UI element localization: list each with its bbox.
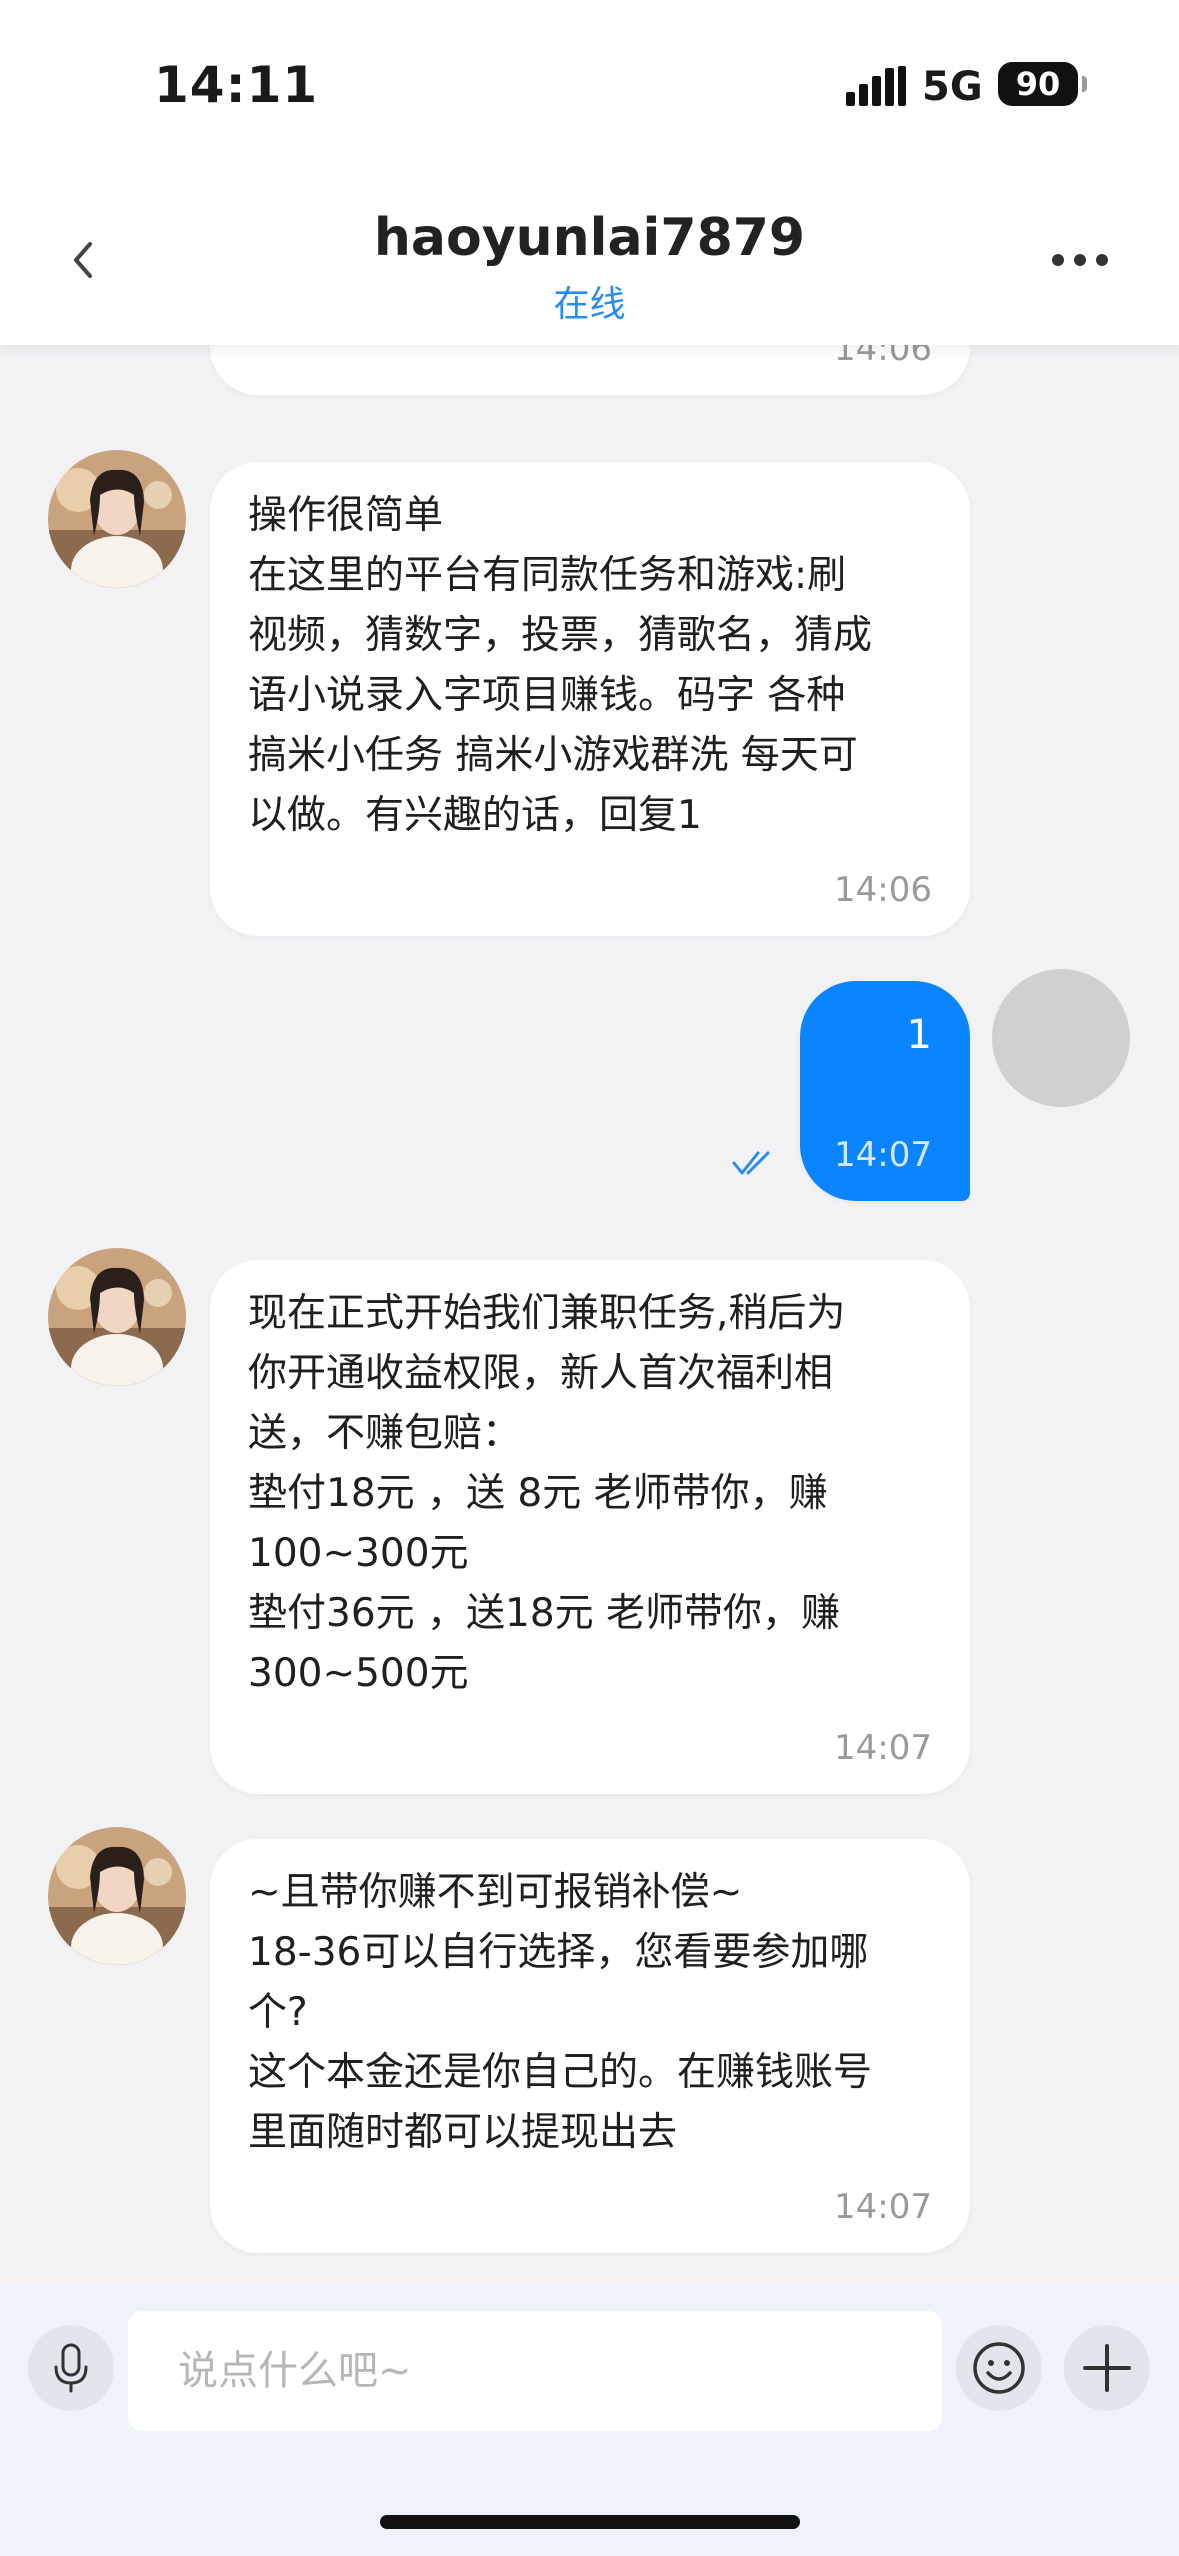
emoji-button[interactable] — [956, 2325, 1042, 2411]
add-button[interactable] — [1064, 2325, 1150, 2411]
chat-title: haoyunlai7879 — [373, 208, 806, 268]
message-time: 14:07 — [834, 1135, 932, 1175]
status-bar: 14:11 5G 90 — [0, 0, 1179, 180]
message-input[interactable] — [128, 2311, 942, 2431]
message-time: 14:07 — [834, 1728, 932, 1768]
signal-icon — [846, 66, 906, 106]
message-text: 1 — [906, 1012, 932, 1058]
double-check-icon — [732, 1151, 770, 1175]
message-text: 现在正式开始我们兼职任务,稍后为 你开通收益权限，新人首次福利相 送，不赚包赔：… — [248, 1291, 846, 1696]
more-dots-icon — [1052, 254, 1064, 266]
message-list[interactable]: 14:06 操作很简单 在这里的平台有同款任务和游戏:刷 视频，猜数字，投票，猜… — [0, 345, 1179, 2285]
message-bubble-incoming[interactable]: 14:06 — [210, 345, 970, 395]
contact-avatar[interactable] — [48, 1827, 186, 1965]
message-time: 14:06 — [834, 345, 932, 369]
battery-cap — [1082, 76, 1087, 92]
voice-button[interactable] — [28, 2325, 114, 2411]
network-label: 5G — [922, 64, 983, 110]
message-bubble-incoming[interactable]: 操作很简单 在这里的平台有同款任务和游戏:刷 视频，猜数字，投票，猜歌名，猜成 … — [210, 462, 970, 936]
message-bubble-outgoing[interactable]: 1 14:07 — [800, 981, 970, 1201]
home-indicator[interactable] — [380, 2515, 800, 2529]
message-text: ~且带你赚不到可报销补偿~ 18-36可以自行选择，您看要参加哪 个? 这个本金… — [248, 1870, 873, 2155]
contact-avatar[interactable] — [48, 450, 186, 588]
message-bubble-incoming[interactable]: 现在正式开始我们兼职任务,稍后为 你开通收益权限，新人首次福利相 送，不赚包赔：… — [210, 1260, 970, 1794]
emoji-icon — [973, 2342, 1025, 2394]
message-time: 14:07 — [834, 2187, 932, 2227]
microphone-icon — [54, 2343, 88, 2393]
more-button[interactable] — [1048, 240, 1112, 280]
status-time: 14:11 — [154, 56, 319, 114]
chat-header: haoyunlai7879 在线 — [0, 180, 1179, 345]
message-time: 14:06 — [834, 870, 932, 910]
self-avatar[interactable] — [992, 969, 1130, 1107]
online-status: 在线 — [553, 284, 626, 325]
battery-icon: 90 — [998, 62, 1078, 106]
message-text: 操作很简单 在这里的平台有同款任务和游戏:刷 视频，猜数字，投票，猜歌名，猜成 … — [248, 493, 873, 838]
plus-icon — [1083, 2344, 1131, 2392]
message-bubble-incoming[interactable]: ~且带你赚不到可报销补偿~ 18-36可以自行选择，您看要参加哪 个? 这个本金… — [210, 1839, 970, 2253]
contact-avatar[interactable] — [48, 1248, 186, 1386]
